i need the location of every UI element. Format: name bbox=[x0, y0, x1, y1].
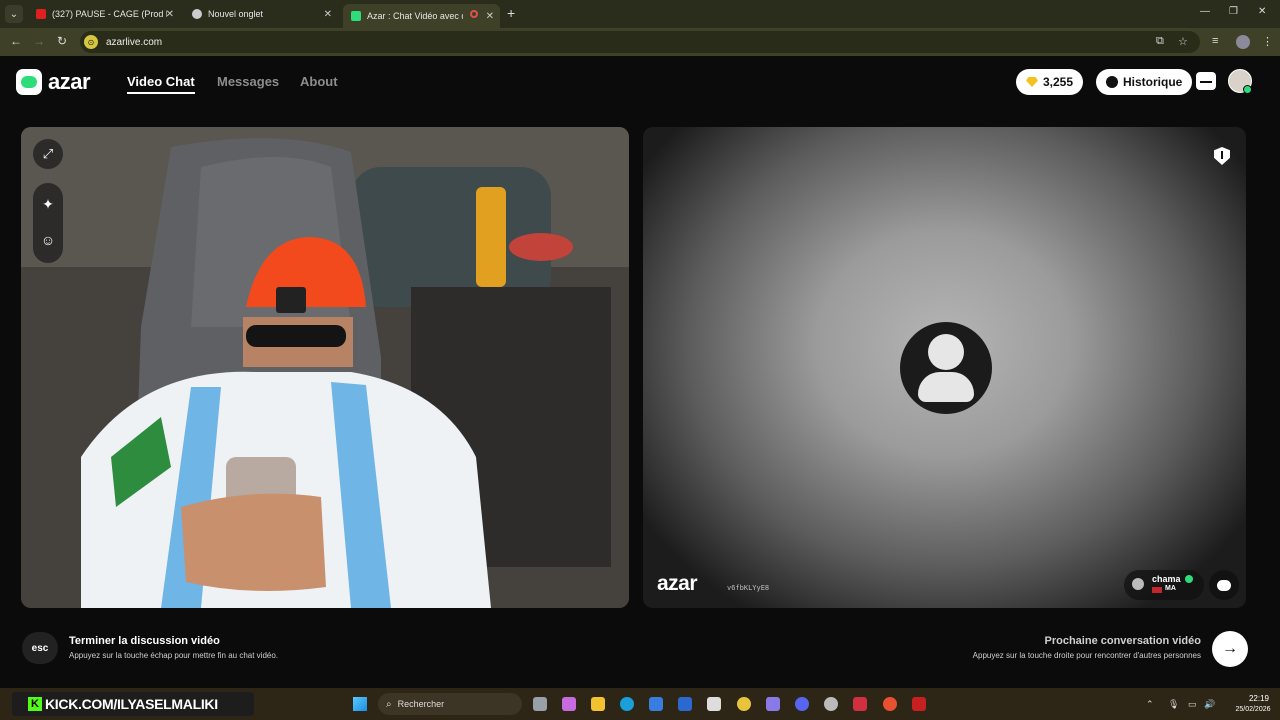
peer-country: MA bbox=[1165, 585, 1176, 592]
end-chat-subtitle: Appuyez sur la touche échap pour mettre … bbox=[69, 651, 279, 660]
file-explorer-icon[interactable] bbox=[591, 697, 605, 711]
azar-app: azar Video Chat Messages About 3,255 His… bbox=[0, 56, 1280, 688]
nav-about[interactable]: About bbox=[300, 74, 338, 89]
task-view-icon[interactable] bbox=[533, 697, 547, 711]
streaming-app-icon[interactable] bbox=[912, 697, 926, 711]
country-flag-icon bbox=[1152, 587, 1162, 593]
peer-video-feed: azar v6fbKLYyE8 chama MA bbox=[643, 127, 1246, 608]
expand-view-icon[interactable]: ⤢ bbox=[33, 139, 63, 169]
bookmark-star-icon[interactable]: ☆ bbox=[1178, 35, 1188, 48]
brave-icon[interactable] bbox=[883, 697, 897, 711]
volume-icon[interactable]: 🔊 bbox=[1204, 699, 1215, 710]
nav-messages[interactable]: Messages bbox=[217, 74, 279, 89]
obs-icon[interactable] bbox=[824, 697, 838, 711]
magic-wand-icon[interactable]: ✦ bbox=[33, 189, 63, 219]
history-button[interactable]: Historique bbox=[1096, 69, 1193, 95]
next-chat-title: Prochaine conversation vidéo bbox=[1044, 635, 1202, 647]
install-app-icon[interactable]: ⧉ bbox=[1156, 35, 1164, 48]
nav-video-chat[interactable]: Video Chat bbox=[127, 74, 195, 94]
report-shield-icon[interactable] bbox=[1214, 147, 1230, 165]
azar-logo-icon bbox=[16, 69, 42, 95]
browser-menu-icon[interactable]: ⋮ bbox=[1262, 35, 1273, 48]
self-video-feed: ⤢ ✦ ☺ bbox=[21, 127, 629, 608]
reading-list-icon[interactable]: ≡ bbox=[1212, 35, 1218, 47]
face-filter-icon[interactable]: ☺ bbox=[33, 225, 63, 255]
history-clock-icon bbox=[1106, 76, 1118, 88]
back-icon[interactable]: ← bbox=[10, 34, 22, 48]
browser-toolbar: ← → ↻ ⊙ azarlive.com ⧉ ☆ ≡ ⋮ bbox=[0, 28, 1280, 56]
browser-tab-new[interactable]: Nouvel onglet ✕ bbox=[184, 4, 338, 24]
copilot-icon[interactable] bbox=[562, 697, 576, 711]
azar-logo[interactable]: azar bbox=[16, 69, 91, 95]
kick-channel-text: KICK.COM/ILYASELMALIKI bbox=[45, 696, 218, 712]
display-icon[interactable]: ▭ bbox=[1188, 699, 1197, 710]
new-tab-button[interactable]: + bbox=[507, 5, 515, 21]
azar-favicon-icon bbox=[351, 11, 361, 21]
inbox-icon[interactable] bbox=[1196, 72, 1216, 90]
session-id: v6fbKLYyE8 bbox=[727, 584, 770, 592]
azar-watermark: azar bbox=[657, 572, 698, 595]
browser-tab-youtube[interactable]: (327) PAUSE - CAGE (Prod by D ✕ bbox=[28, 4, 180, 24]
close-tab-icon[interactable]: ✕ bbox=[166, 9, 174, 20]
search-placeholder: Rechercher bbox=[397, 699, 445, 709]
chevron-up-icon[interactable]: ⌃ bbox=[1146, 699, 1154, 710]
kick-logo-icon: K bbox=[28, 697, 42, 711]
mail-icon[interactable] bbox=[678, 697, 692, 711]
next-chat-button[interactable]: → bbox=[1212, 631, 1248, 667]
tab-title: (327) PAUSE - CAGE (Prod by D bbox=[52, 9, 167, 19]
gems-count: 3,255 bbox=[1043, 75, 1074, 89]
peer-name: chama bbox=[1152, 574, 1181, 584]
search-icon: ⌕ bbox=[386, 698, 392, 710]
discord-icon[interactable] bbox=[795, 697, 809, 711]
microphone-icon[interactable]: 🎙 bbox=[1168, 699, 1179, 710]
game-controller-icon[interactable] bbox=[766, 697, 780, 711]
video-tools-bar: ✦ ☺ bbox=[33, 183, 63, 263]
gem-icon bbox=[1026, 77, 1038, 87]
verified-badge-icon bbox=[1185, 575, 1193, 583]
browser-tab-azar[interactable]: Azar : Chat Vidéo avec de ✕ bbox=[343, 4, 500, 28]
taskbar-date[interactable]: 25/02/2026 bbox=[1228, 706, 1278, 713]
close-tab-icon[interactable]: ✕ bbox=[486, 11, 494, 22]
person-icon bbox=[1132, 578, 1144, 590]
taskbar-time[interactable]: 22:19 bbox=[1239, 694, 1279, 703]
gems-button[interactable]: 3,255 bbox=[1016, 69, 1084, 95]
forward-icon[interactable]: → bbox=[33, 34, 45, 48]
end-chat-title: Terminer la discussion vidéo bbox=[69, 635, 220, 647]
chat-bubble-icon[interactable] bbox=[1209, 570, 1239, 600]
address-bar[interactable]: ⊙ azarlive.com bbox=[80, 31, 1200, 53]
kick-channel-banner: K KICK.COM/ILYASELMALIKI bbox=[12, 692, 254, 716]
site-info-icon[interactable]: ⊙ bbox=[84, 35, 98, 49]
taskbar-search[interactable]: ⌕ Rechercher bbox=[378, 693, 522, 715]
tab-title: Azar : Chat Vidéo avec de bbox=[367, 11, 463, 21]
next-chat-subtitle: Appuyez sur la touche droite pour rencon… bbox=[972, 651, 1201, 660]
online-status-dot bbox=[1243, 85, 1252, 94]
windows-start-icon[interactable] bbox=[353, 697, 367, 711]
tab-search-chevron-icon[interactable]: ⌄ bbox=[5, 5, 23, 23]
store-icon[interactable] bbox=[649, 697, 663, 711]
chrome-icon[interactable] bbox=[737, 697, 751, 711]
logo-text: azar bbox=[48, 69, 91, 94]
adobe-icon[interactable] bbox=[853, 697, 867, 711]
browser-tab-strip: ⌄ (327) PAUSE - CAGE (Prod by D ✕ Nouvel… bbox=[0, 0, 1280, 28]
close-tab-icon[interactable]: ✕ bbox=[324, 9, 332, 20]
url-text: azarlive.com bbox=[106, 36, 163, 48]
reload-icon[interactable]: ↻ bbox=[57, 34, 67, 48]
recording-icon bbox=[470, 10, 478, 18]
self-camera-image bbox=[21, 127, 629, 608]
history-label: Historique bbox=[1123, 75, 1183, 89]
restore-icon[interactable]: ❐ bbox=[1229, 6, 1238, 17]
browser-profile-avatar[interactable] bbox=[1236, 35, 1250, 49]
tab-title: Nouvel onglet bbox=[208, 9, 264, 19]
esc-key-button[interactable]: esc bbox=[22, 632, 58, 664]
youtube-favicon-icon bbox=[36, 9, 46, 19]
arrow-right-icon: → bbox=[1222, 640, 1238, 657]
capture-tool-icon[interactable] bbox=[707, 697, 721, 711]
close-window-icon[interactable]: ✕ bbox=[1258, 6, 1266, 17]
peer-avatar-placeholder-icon bbox=[900, 322, 992, 414]
minimize-icon[interactable]: — bbox=[1200, 6, 1210, 17]
edge-icon[interactable] bbox=[620, 697, 634, 711]
peer-info-tag[interactable]: chama MA bbox=[1124, 570, 1204, 600]
new-tab-favicon-icon bbox=[192, 9, 202, 19]
